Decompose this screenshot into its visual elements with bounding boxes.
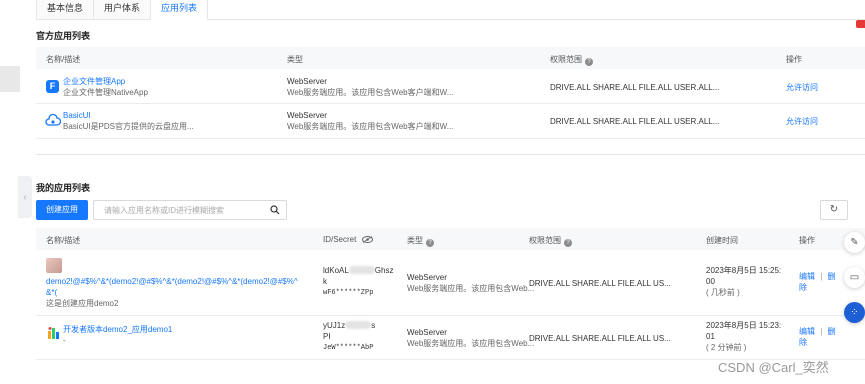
cloud-app-icon — [45, 113, 62, 131]
delete-link[interactable]: 删 — [828, 327, 836, 336]
app-search-box — [93, 200, 287, 220]
app-desc: 这是创建应用demo2 — [46, 299, 119, 308]
app-type: WebServer — [407, 328, 447, 337]
search-icon[interactable] — [270, 205, 280, 217]
created-time: 2023年8月5日 15:25: — [706, 266, 782, 275]
app-name-link[interactable]: 开发者版本demo2_应用demo1 — [63, 324, 172, 335]
rail-highlight — [0, 66, 20, 92]
header-type: 类型 — [287, 55, 303, 64]
help-icon[interactable]: ? — [564, 239, 572, 247]
app-type: WebServer — [287, 77, 327, 86]
pencil-icon: ✎ — [850, 237, 859, 248]
app-desc: BasicUI是PDS官方提供的云盘应用... — [63, 122, 194, 131]
app-scope: DRIVE.ALL SHARE.ALL FILE.ALL US... — [529, 279, 671, 288]
collapse-sidebar-handle[interactable]: ‹ — [18, 176, 32, 218]
action-separator: | — [820, 272, 823, 281]
chat-icon: ▭ — [849, 272, 860, 283]
header-type: 类型? — [407, 235, 434, 247]
app-name-link[interactable]: demo2!@#$%^&*(demo2!@#$%^&*(demo2!@#$%^&… — [46, 276, 298, 287]
tab-user-system[interactable]: 用户体系 — [93, 0, 152, 20]
official-apps-table: 名称/描述 类型 权限范围? 操作 F 企业文件管理App 企业文件管理Nati… — [36, 47, 865, 139]
app-scope: DRIVE.ALL SHARE.ALL FILE.ALL US... — [529, 334, 671, 343]
notification-mark — [856, 20, 865, 28]
app-scope: DRIVE.ALL SHARE.ALL FILE.ALL USER.ALL... — [550, 117, 720, 126]
floating-toolbar: ✎ ▭ ⁘ — [844, 232, 865, 337]
watermark: CSDN @Carl_奕然 — [718, 360, 829, 375]
chevron-left-icon: ‹ — [23, 191, 27, 203]
masked-value — [345, 321, 372, 329]
row-actions: 编辑 | 删 — [799, 271, 836, 282]
app-type-desc: Web服务端应用。该应用包含Web... — [407, 339, 535, 348]
my-apps-title: 我的应用列表 — [36, 183, 91, 193]
masked-value — [348, 266, 375, 274]
header-action: 操作 — [799, 236, 815, 245]
app-type: WebServer — [407, 273, 447, 282]
app-secret: wF6******ZPp — [323, 289, 374, 297]
table-header: 名称/描述 类型 权限范围? 操作 — [36, 47, 865, 69]
allow-access-link[interactable]: 允许访问 — [786, 116, 818, 127]
table-row: F 企业文件管理App 企业文件管理NativeApp WebServer We… — [36, 69, 865, 104]
app-id-cont: k — [323, 277, 327, 286]
app-desc: - — [63, 336, 66, 345]
delete-link[interactable]: 删 — [828, 272, 836, 281]
app-type-desc: Web服务端应用。该应用包含Web客户端和W... — [287, 88, 454, 97]
refresh-icon: ↻ — [829, 204, 839, 215]
row-actions: 编辑 | 删 — [799, 326, 836, 337]
created-time-cont: 01 — [706, 332, 715, 341]
eye-icon[interactable] — [361, 236, 373, 243]
app-type: WebServer — [287, 111, 327, 120]
created-time-cont: 00 — [706, 277, 715, 286]
my-apps-table: 名称/描述 ID/Secret 类型? 权限范围? 创建时间 操作 demo2!… — [36, 228, 865, 360]
help-icon[interactable]: ? — [585, 58, 593, 66]
app-type-desc: Web服务端应用。该应用包含Web客户端和W... — [287, 122, 454, 131]
apps-button[interactable]: ⁘ — [844, 302, 865, 323]
left-rail — [0, 0, 20, 384]
table-row: demo2!@#$%^&*(demo2!@#$%^&*(demo2!@#$%^&… — [36, 250, 865, 316]
create-app-button[interactable]: 创建应用 — [36, 200, 88, 220]
created-relative: ( 2 分钟前 ) — [706, 343, 747, 352]
edit-link[interactable]: 编辑 — [799, 272, 815, 281]
tab-app-list[interactable]: 应用列表 — [150, 0, 209, 20]
app-type-desc: Web服务端应用。该应用包含Web... — [407, 284, 535, 293]
app-search-input[interactable] — [94, 201, 264, 219]
header-scope: 权限范围? — [550, 54, 593, 66]
header-created: 创建时间 — [706, 236, 738, 245]
created-time: 2023年8月5日 15:23: — [706, 321, 782, 330]
grid-icon: ⁘ — [850, 307, 859, 318]
tab-bar: 基本信息 用户体系 应用列表 — [36, 0, 865, 20]
app-name-link[interactable]: 企业文件管理App — [63, 76, 125, 87]
table-row: 开发者版本demo2_应用demo1 - yUJ1z s PI JeW******… — [36, 316, 865, 360]
header-scope: 权限范围? — [529, 235, 572, 247]
allow-access-link[interactable]: 允许访问 — [786, 82, 818, 93]
app-id: ldKoAL Ghsz — [323, 266, 394, 275]
colorful-app-icon — [47, 326, 61, 343]
app-desc: 企业文件管理NativeApp — [63, 88, 148, 97]
app-id-cont: PI — [323, 332, 331, 341]
delete-link-cont[interactable]: 除 — [799, 282, 807, 293]
app-name-link[interactable]: BasicUI — [63, 110, 91, 121]
edit-feedback-button[interactable]: ✎ — [844, 232, 865, 253]
app-id: yUJ1z s — [323, 321, 376, 330]
section-divider — [36, 154, 865, 155]
app-scope: DRIVE.ALL SHARE.ALL FILE.ALL USER.ALL... — [550, 83, 720, 92]
refresh-button[interactable]: ↻ — [820, 200, 848, 220]
app-name-link-cont[interactable]: &*( — [46, 287, 57, 298]
header-name: 名称/描述 — [46, 55, 81, 64]
app-avatar — [46, 258, 62, 273]
header-name: 名称/描述 — [46, 236, 81, 245]
created-relative: ( 几秒前 ) — [706, 288, 740, 297]
help-icon[interactable]: ? — [426, 239, 434, 247]
action-separator: | — [820, 327, 823, 336]
header-action: 操作 — [786, 55, 802, 64]
file-manager-app-icon: F — [46, 80, 59, 93]
app-secret: JeW******AbP — [323, 344, 374, 352]
official-apps-title: 官方应用列表 — [36, 31, 91, 41]
chat-button[interactable]: ▭ — [844, 267, 865, 288]
table-row: BasicUI BasicUI是PDS官方提供的云盘应用... WebServe… — [36, 104, 865, 139]
delete-link-cont[interactable]: 除 — [799, 337, 807, 348]
table-header: 名称/描述 ID/Secret 类型? 权限范围? 创建时间 操作 — [36, 228, 865, 250]
tab-basic-info[interactable]: 基本信息 — [36, 0, 95, 20]
header-id-secret: ID/Secret — [323, 235, 373, 244]
edit-link[interactable]: 编辑 — [799, 327, 815, 336]
